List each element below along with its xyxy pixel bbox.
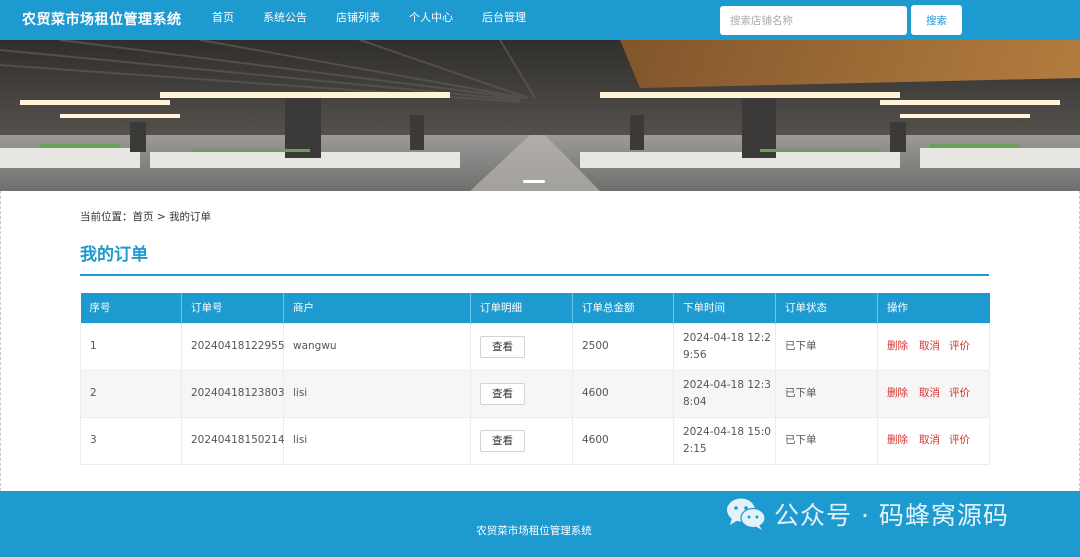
row-actions: 删除 取消 评价: [877, 322, 990, 371]
carousel-indicator[interactable]: [523, 180, 545, 183]
table-row: 2 20240418123803 lisi 查看 4600 2024-04-18…: [80, 369, 990, 418]
order-time-line2: 8:04: [683, 395, 707, 408]
review-link[interactable]: 评价: [949, 340, 970, 352]
row-actions: 删除 取消 评价: [877, 369, 990, 418]
order-number: 20240418150214: [181, 416, 285, 465]
page-title: 我的订单: [80, 245, 148, 265]
column-header: 下单时间: [673, 293, 776, 323]
nav-announcements[interactable]: 系统公告: [263, 0, 307, 40]
top-navbar: 农贸菜市场租位管理系统 首页 系统公告 店铺列表 个人中心 后台管理 搜索: [0, 0, 1080, 40]
site-title[interactable]: 农贸菜市场租位管理系统: [22, 9, 182, 29]
row-index: 3: [80, 416, 182, 465]
order-detail-cell: 查看: [470, 369, 573, 418]
column-header: 序号: [80, 293, 182, 323]
review-link[interactable]: 评价: [949, 434, 970, 446]
order-number: 20240418123803: [181, 369, 285, 418]
table-row: 3 20240418150214 lisi 查看 4600 2024-04-18…: [80, 416, 990, 465]
order-time-line2: 2:15: [683, 442, 707, 455]
order-detail-cell: 查看: [470, 322, 573, 371]
view-detail-button[interactable]: 查看: [480, 382, 525, 405]
order-time: 2024-04-18 12:2 9:56: [673, 322, 776, 371]
merchant-name: lisi: [283, 416, 471, 465]
table-row: 1 20240418122955 wangwu 查看 2500 2024-04-…: [80, 322, 990, 371]
nav-home[interactable]: 首页: [212, 0, 234, 40]
column-header: 订单明细: [470, 293, 573, 323]
nav-personal-center[interactable]: 个人中心: [409, 0, 453, 40]
search-input[interactable]: [720, 6, 907, 35]
merchant-name: wangwu: [283, 322, 471, 371]
order-time: 2024-04-18 12:3 8:04: [673, 369, 776, 418]
order-number: 20240418122955: [181, 322, 285, 371]
wechat-icon: [727, 498, 766, 530]
review-link[interactable]: 评价: [949, 387, 970, 399]
cancel-link[interactable]: 取消: [919, 387, 940, 399]
breadcrumb: 当前位置：首页 > 我的订单: [80, 211, 211, 223]
order-total: 4600: [572, 369, 674, 418]
column-header: 订单总金额: [572, 293, 674, 323]
order-time-line1: 2024-04-18 15:0: [683, 425, 771, 438]
title-divider: [80, 274, 989, 276]
view-detail-button[interactable]: 查看: [480, 429, 525, 452]
search-button[interactable]: 搜索: [911, 5, 962, 35]
order-status: 已下单: [775, 322, 878, 371]
row-actions: 删除 取消 评价: [877, 416, 990, 465]
orders-table: 序号 订单号 商户 订单明细 订单总金额 下单时间 订单状态 操作 1 2024…: [80, 293, 990, 465]
order-time-line1: 2024-04-18 12:3: [683, 378, 771, 391]
table-header-row: 序号 订单号 商户 订单明细 订单总金额 下单时间 订单状态 操作: [80, 293, 990, 323]
column-header: 商户: [283, 293, 471, 323]
order-detail-cell: 查看: [470, 416, 573, 465]
delete-link[interactable]: 删除: [887, 340, 908, 352]
order-time-line2: 9:56: [683, 348, 707, 361]
cancel-link[interactable]: 取消: [919, 434, 940, 446]
order-status: 已下单: [775, 416, 878, 465]
nav-admin[interactable]: 后台管理: [482, 0, 526, 40]
order-total: 2500: [572, 322, 674, 371]
merchant-name: lisi: [283, 369, 471, 418]
market-hall-image: [0, 40, 1080, 191]
cancel-link[interactable]: 取消: [919, 340, 940, 352]
nav-shop-list[interactable]: 店铺列表: [336, 0, 380, 40]
delete-link[interactable]: 删除: [887, 434, 908, 446]
column-header: 操作: [877, 293, 990, 323]
main-nav: 首页 系统公告 店铺列表 个人中心 后台管理: [212, 0, 555, 40]
order-status: 已下单: [775, 369, 878, 418]
order-total: 4600: [572, 416, 674, 465]
watermark: 公众号 · 码蜂窝源码: [726, 497, 1009, 531]
row-index: 1: [80, 322, 182, 371]
delete-link[interactable]: 删除: [887, 387, 908, 399]
column-header: 订单号: [181, 293, 284, 323]
column-header: 订单状态: [775, 293, 878, 323]
banner-carousel[interactable]: [0, 40, 1080, 191]
order-time-line1: 2024-04-18 12:2: [683, 331, 771, 344]
view-detail-button[interactable]: 查看: [480, 335, 525, 358]
watermark-text: 公众号 · 码蜂窝源码: [774, 501, 1009, 530]
order-time: 2024-04-18 15:0 2:15: [673, 416, 776, 465]
row-index: 2: [80, 369, 182, 418]
